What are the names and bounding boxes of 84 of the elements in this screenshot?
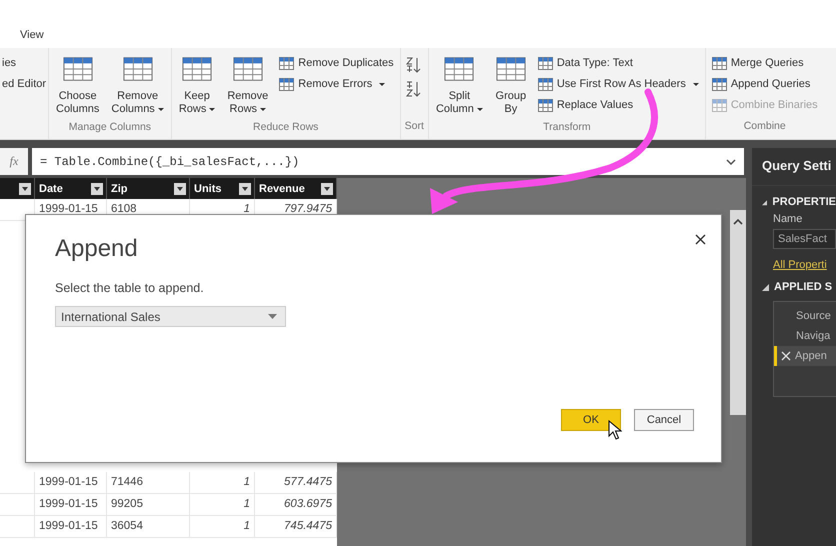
ribbon-button[interactable]: Remove Columns: [108, 52, 167, 118]
table-icon: [538, 56, 553, 70]
ribbon-button[interactable]: Remove Errors: [277, 75, 396, 93]
ribbon-button[interactable]: Append Queries: [710, 75, 820, 93]
ribbon-button[interactable]: Remove Duplicates: [277, 54, 396, 72]
dialog-title: Append: [55, 235, 138, 263]
column-header[interactable]: Date: [35, 178, 107, 199]
applied-step[interactable]: Source: [774, 306, 836, 326]
properties-link[interactable]: All Properti: [773, 259, 836, 271]
view-tab[interactable]: View: [20, 29, 44, 41]
applied-step[interactable]: Appen: [774, 346, 836, 366]
formula-field[interactable]: = Table.Combine({_bi_salesFact,...}): [32, 148, 744, 175]
collapse-triangle-icon: [762, 198, 768, 206]
close-button[interactable]: [694, 233, 707, 246]
ribbon-button[interactable]: Data Type: Text: [536, 54, 701, 72]
table-cell: 577.4475: [255, 472, 337, 493]
ribbon-button[interactable]: ed Editor: [0, 75, 48, 93]
group-label: Sort: [404, 119, 424, 134]
table-icon: [538, 98, 553, 112]
table-cell: 71446: [107, 472, 190, 493]
table-cell: 603.6975: [255, 494, 337, 515]
table-cell: 745.4475: [255, 516, 337, 537]
table-cell: 1: [190, 472, 255, 493]
sort-descending-icon: [404, 80, 421, 98]
ribbon-button[interactable]: Remove Rows: [224, 52, 272, 118]
table-icon: [712, 76, 727, 92]
table-icon: [279, 56, 294, 70]
table-icon: [712, 98, 727, 112]
table-cell: 1999-01-15: [35, 516, 107, 537]
ribbon-button[interactable]: Split Column: [432, 52, 486, 118]
sort-ascending-icon: [404, 56, 421, 74]
field-label: Name: [772, 212, 804, 225]
table-icon: [279, 76, 294, 92]
table-dropdown[interactable]: International Sales: [55, 306, 286, 327]
ribbon-button[interactable]: Choose Columns: [53, 52, 102, 118]
filter-dropdown-icon: [174, 182, 186, 194]
ok-button[interactable]: OK: [561, 409, 621, 431]
chevron-down-icon: [726, 158, 736, 164]
caret-icon: [158, 108, 164, 111]
caret-icon: [260, 108, 266, 111]
caret-icon: [692, 82, 699, 86]
filter-dropdown-icon: [19, 182, 31, 194]
ribbon-button[interactable]: Replace Values: [536, 96, 701, 114]
column-header[interactable]: Revenue: [255, 178, 337, 199]
section-heading: PROPERTIE: [772, 196, 836, 208]
close-icon: [781, 351, 791, 361]
caret-icon: [379, 82, 386, 86]
group-label: Combine: [742, 119, 787, 134]
column-header[interactable]: Units: [190, 178, 255, 199]
close-icon: [695, 234, 706, 245]
cancel-button[interactable]: Cancel: [634, 409, 694, 431]
table-cell: 1: [190, 494, 255, 515]
ribbon-button[interactable]: Group By: [492, 52, 530, 118]
table-cell: 1: [190, 516, 255, 537]
filter-dropdown-icon: [91, 182, 103, 194]
table-icon: [712, 56, 727, 70]
fx-label: fx: [0, 148, 28, 175]
column-header[interactable]: Zip: [107, 178, 190, 199]
caret-icon: [476, 108, 483, 111]
filter-dropdown-icon: [239, 182, 251, 194]
scrollbar[interactable]: [730, 210, 746, 415]
mouse-pointer-icon: [608, 420, 622, 440]
group-label: Reduce Rows: [252, 120, 320, 135]
table-cell: 1999-01-15: [35, 472, 107, 493]
ribbon-button[interactable]: Merge Queries: [710, 54, 820, 72]
applied-step[interactable]: Naviga: [774, 326, 836, 346]
table-cell: 36054: [107, 516, 190, 537]
table-cell: 1999-01-15: [35, 494, 107, 515]
table-cell: 99205: [107, 494, 190, 515]
collapse-triangle-icon: [762, 284, 769, 290]
group-label: Transform: [542, 120, 592, 135]
table-icon: [538, 76, 553, 92]
group-label: Manage Columns: [68, 120, 152, 135]
section-heading: APPLIED S: [774, 281, 832, 293]
prompt-text: Select the table to append.: [55, 281, 205, 295]
pane-title: Query Setti: [752, 148, 836, 186]
name-field[interactable]: SalesFact: [773, 229, 836, 249]
ribbon-button[interactable]: Keep Rows: [176, 52, 218, 118]
filter-dropdown-icon: [321, 182, 333, 194]
chevron-up-icon: [733, 218, 743, 225]
caret-icon: [209, 108, 216, 111]
ribbon-button[interactable]: Use First Row As Headers: [536, 75, 701, 93]
ribbon-button[interactable]: ies: [0, 54, 48, 72]
dropdown-arrow-icon: [268, 314, 277, 319]
